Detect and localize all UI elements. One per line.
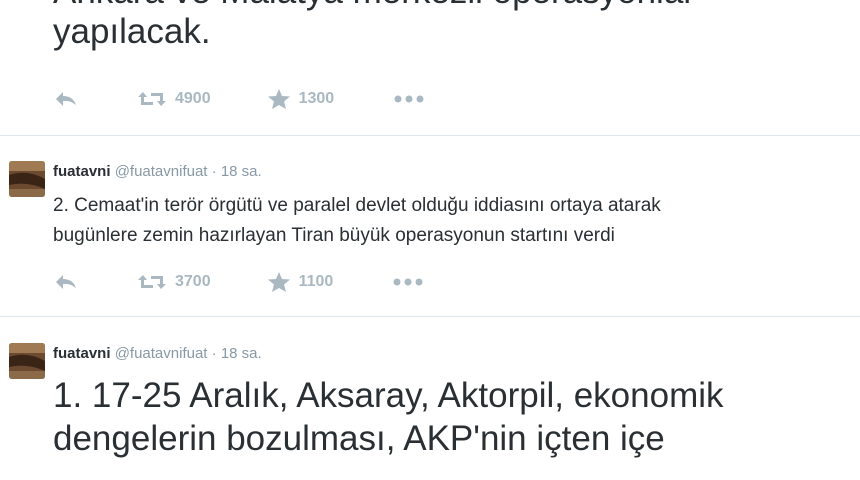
tweet-text-line: bugünlere zemin hazırlayan Tiran büyük o…	[53, 225, 615, 246]
reply-button[interactable]	[55, 274, 77, 290]
tweet-text: 2. Cemaat'in terör örgütü ve paralel dev…	[53, 191, 661, 251]
tweet-header: fuatavni @fuatavnifuat · 18 sa.	[53, 163, 262, 180]
retweet-count: 4900	[175, 90, 211, 107]
more-button[interactable]	[393, 278, 423, 286]
tweet-text: Ankara ve Malatya merkezli operasyonlar …	[53, 0, 695, 52]
retweet-button[interactable]: 3700	[137, 273, 211, 291]
tweet-actions: 3700 1100	[55, 270, 423, 294]
tweet-text-line: 1. 17-25 Aralık, Aksaray, Aktorpil, ekon…	[53, 376, 724, 415]
user-name[interactable]: fuatavni	[53, 345, 111, 362]
tweet-1[interactable]: Ankara ve Malatya merkezli operasyonlar …	[0, 0, 860, 134]
tweet-text-line: yapılacak.	[53, 12, 211, 51]
user-name[interactable]: fuatavni	[53, 163, 111, 180]
tweet-text-line: Ankara ve Malatya merkezli operasyonlar	[53, 0, 695, 12]
retweet-icon	[138, 92, 166, 106]
reply-arrow-icon	[56, 275, 76, 289]
star-icon	[267, 89, 290, 109]
favorite-count: 1300	[298, 90, 335, 107]
tweet-actions: 4900 1300	[55, 87, 424, 111]
tweet-text-line: dengelerin bozulması, AKP'nin içten içe	[53, 419, 665, 458]
favorite-button[interactable]: 1300	[267, 88, 335, 110]
separator: ·	[211, 163, 217, 180]
separator: ·	[211, 345, 217, 362]
user-handle[interactable]: @fuatavnifuat	[115, 345, 208, 362]
tweet-text-line: 2. Cemaat'in terör örgütü ve paralel dev…	[53, 195, 661, 216]
avatar[interactable]	[9, 161, 45, 197]
retweet-icon	[138, 275, 166, 289]
more-dots-icon	[394, 95, 424, 103]
more-dots-icon	[393, 278, 423, 286]
tweet-text: 1. 17-25 Aralık, Aksaray, Aktorpil, ekon…	[53, 374, 724, 460]
star-icon	[267, 272, 290, 292]
user-handle[interactable]: @fuatavnifuat	[115, 163, 208, 180]
reply-button[interactable]	[55, 91, 77, 107]
timestamp[interactable]: 18 sa.	[221, 163, 262, 180]
tweet-header: fuatavni @fuatavnifuat · 18 sa.	[53, 345, 262, 362]
more-button[interactable]	[394, 95, 424, 103]
favorite-button[interactable]: 1100	[267, 271, 334, 293]
avatar[interactable]	[9, 343, 45, 379]
favorite-count: 1100	[298, 273, 334, 290]
tweet-2[interactable]: fuatavni @fuatavnifuat · 18 sa. 2. Cemaa…	[0, 136, 860, 316]
retweet-button[interactable]: 4900	[137, 90, 211, 108]
timestamp[interactable]: 18 sa.	[221, 345, 262, 362]
reply-arrow-icon	[56, 92, 76, 106]
tweet-3[interactable]: fuatavni @fuatavnifuat · 18 sa. 1. 17-25…	[0, 317, 860, 480]
retweet-count: 3700	[175, 273, 211, 290]
